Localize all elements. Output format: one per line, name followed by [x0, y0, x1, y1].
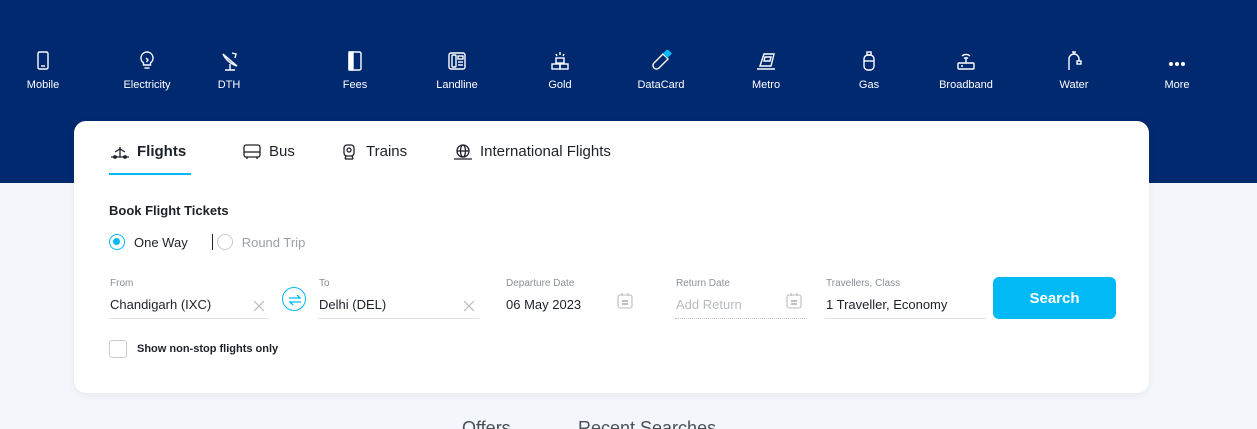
tab-recent-searches[interactable]: Recent Searches: [578, 418, 716, 429]
satellite-dish-icon: [222, 52, 238, 71]
nonstop-checkbox-row[interactable]: Show non-stop flights only: [109, 340, 278, 358]
service-datacard[interactable]: DataCard: [611, 50, 711, 91]
service-label: Gas: [858, 79, 880, 91]
booking-card: Flights Bus Trains International Flights…: [74, 121, 1149, 393]
globe-flight-icon: [454, 144, 472, 160]
bulb-icon: [140, 51, 154, 69]
calendar-icon[interactable]: [616, 292, 634, 310]
usb-stick-icon: [652, 50, 672, 70]
gas-cylinder-icon: [863, 51, 875, 71]
service-label: Metro: [751, 79, 781, 91]
router-icon: [957, 53, 975, 70]
from-label: From: [110, 278, 134, 289]
mobile-icon: [37, 51, 49, 70]
to-field[interactable]: To Delhi (DEL): [318, 276, 479, 319]
service-gas[interactable]: Gas: [819, 50, 919, 91]
gold-bars-icon: [551, 52, 569, 70]
tab-label: Flights: [137, 143, 187, 160]
services-strip: Mobile Electricity DTH Fees Landline Gol…: [0, 50, 1257, 100]
metro-train-icon: [757, 53, 775, 70]
radio-unselected-icon: [216, 234, 233, 250]
service-mobile[interactable]: Mobile: [0, 50, 93, 91]
service-more[interactable]: More: [1127, 50, 1227, 91]
service-label: More: [1164, 79, 1190, 91]
one-way-radio[interactable]: One Way: [109, 234, 188, 250]
from-field[interactable]: From Chandigarh (IXC): [109, 276, 269, 319]
travellers-value: 1 Traveller, Economy: [826, 297, 948, 312]
to-label: To: [319, 278, 330, 289]
return-date-field[interactable]: Return Date Add Return: [675, 276, 807, 319]
to-value: Delhi (DEL): [319, 297, 387, 312]
service-label: Gold: [548, 79, 572, 91]
radio-separator: [211, 234, 213, 250]
service-label: DTH: [217, 79, 241, 91]
round-trip-label: Round Trip: [241, 234, 306, 250]
water-tap-icon: [1068, 51, 1082, 70]
service-fees[interactable]: Fees: [305, 50, 405, 91]
departure-value: 06 May 2023: [506, 297, 582, 312]
flight-icon: [111, 147, 129, 159]
service-gold[interactable]: Gold: [510, 50, 610, 91]
bus-icon: [243, 144, 261, 159]
trip-type-radios: One Way Round Trip: [109, 233, 305, 251]
tab-label: Bus: [269, 143, 295, 160]
return-placeholder: Add Return: [676, 297, 742, 312]
service-label: DataCard: [637, 79, 685, 91]
tab-label: Trains: [366, 143, 408, 160]
search-button[interactable]: Search: [993, 277, 1116, 319]
landline-phone-icon: [448, 52, 466, 70]
tab-offers[interactable]: Offers: [462, 418, 511, 429]
service-water[interactable]: Water: [1024, 50, 1124, 91]
departure-date-field[interactable]: Departure Date 06 May 2023: [505, 276, 638, 319]
service-dth[interactable]: DTH: [179, 50, 279, 91]
more-dots-icon: [1169, 62, 1185, 66]
service-label: Broadband: [939, 79, 993, 91]
nonstop-label: Show non-stop flights only: [137, 343, 279, 355]
service-landline[interactable]: Landline: [407, 50, 507, 91]
tab-label: International Flights: [480, 143, 611, 160]
tab-bus[interactable]: Bus: [241, 143, 295, 175]
tab-flights[interactable]: Flights: [109, 143, 191, 175]
service-label: Mobile: [26, 79, 60, 91]
round-trip-radio[interactable]: Round Trip: [216, 234, 306, 250]
section-title: Book Flight Tickets: [109, 203, 229, 218]
book-icon: [348, 51, 362, 71]
calendar-icon[interactable]: [785, 292, 803, 310]
return-label: Return Date: [676, 278, 730, 289]
tab-trains[interactable]: Trains: [338, 143, 407, 175]
travellers-label: Travellers, Class: [826, 278, 901, 289]
tab-international-flights[interactable]: International Flights: [452, 143, 611, 175]
from-value: Chandigarh (IXC): [110, 297, 212, 312]
travellers-class-field[interactable]: Travellers, Class 1 Traveller, Economy: [825, 276, 986, 319]
swap-arrows-icon: [288, 294, 302, 306]
bottom-section-tabs: Offers Recent Searches: [0, 414, 1257, 429]
swap-cities-button[interactable]: [282, 287, 306, 311]
service-label: Landline: [436, 79, 478, 91]
clear-from-icon[interactable]: [253, 300, 265, 312]
clear-to-icon[interactable]: [463, 300, 475, 312]
nonstop-checkbox[interactable]: [109, 340, 127, 358]
service-metro[interactable]: Metro: [716, 50, 816, 91]
service-broadband[interactable]: Broadband: [916, 50, 1016, 91]
service-label: Water: [1059, 79, 1089, 91]
service-label: Fees: [342, 79, 368, 91]
one-way-label: One Way: [134, 234, 188, 250]
train-icon: [343, 144, 355, 160]
departure-label: Departure Date: [506, 278, 575, 289]
radio-selected-icon: [109, 234, 125, 250]
